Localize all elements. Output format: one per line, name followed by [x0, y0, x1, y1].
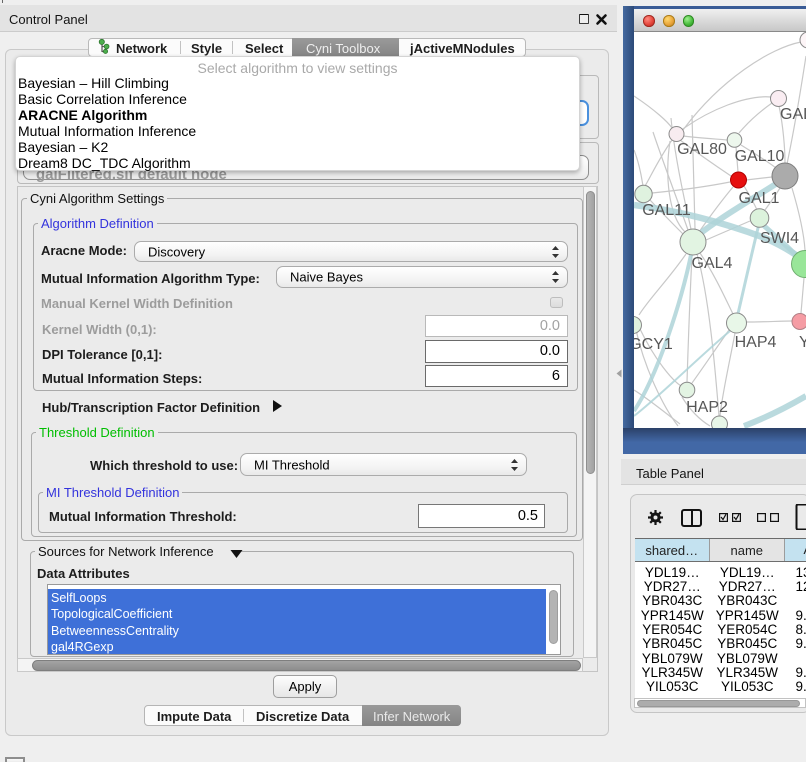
- svg-text:GAL10: GAL10: [735, 148, 785, 165]
- svg-text:GAL7: GAL7: [780, 106, 806, 123]
- svg-text:GAL11: GAL11: [642, 202, 691, 219]
- svg-text:GAL1: GAL1: [739, 190, 780, 207]
- svg-text:HAP2: HAP2: [686, 399, 728, 416]
- svg-text:SWI4: SWI4: [760, 230, 799, 247]
- svg-text:HAP4: HAP4: [735, 334, 777, 351]
- svg-text:YJL: YJL: [799, 334, 806, 351]
- svg-text:GAL80: GAL80: [677, 141, 727, 158]
- svg-text:GCY1: GCY1: [634, 336, 673, 353]
- svg-text:GAL4: GAL4: [692, 255, 733, 272]
